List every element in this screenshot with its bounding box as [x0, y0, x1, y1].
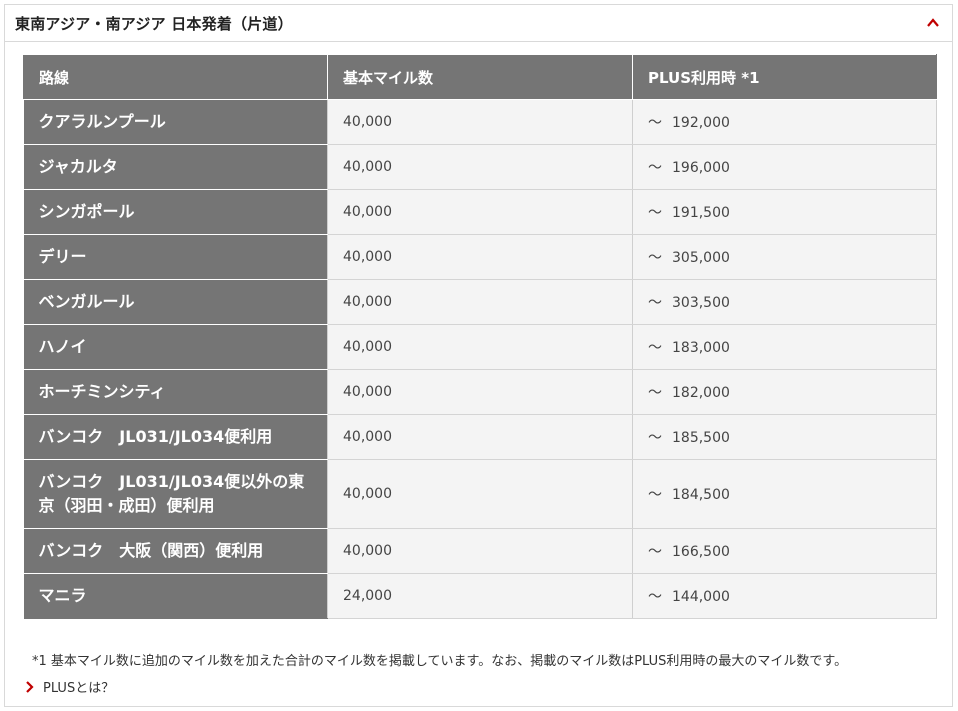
plus-miles-cell: ～ 144,000	[632, 573, 937, 619]
plus-miles-cell: ～ 166,500	[632, 528, 937, 574]
mileage-table: 路線 基本マイル数 PLUS利用時 *1 クアラルンプール 40,000 ～ 19…	[23, 54, 937, 619]
table-row: ジャカルタ 40,000 ～ 196,000	[23, 144, 937, 190]
plus-miles-cell: ～ 196,000	[632, 144, 937, 190]
plus-miles-value: 192,000	[672, 115, 730, 131]
mileage-table-wrapper: 路線 基本マイル数 PLUS利用時 *1 クアラルンプール 40,000 ～ 19…	[23, 54, 937, 619]
plus-miles-cell: ～ 305,000	[632, 234, 937, 280]
tilde-mark: ～	[648, 340, 662, 356]
tilde-mark: ～	[648, 295, 662, 311]
table-row: ホーチミンシティ 40,000 ～ 182,000	[23, 369, 937, 415]
plus-miles-value: 191,500	[672, 205, 730, 221]
tilde-mark: ～	[648, 544, 662, 560]
base-miles-cell: 40,000	[327, 234, 633, 280]
plus-miles-value: 166,500	[672, 544, 730, 560]
route-cell: デリー	[23, 234, 328, 280]
base-miles-cell: 40,000	[327, 459, 633, 529]
plus-miles-cell: ～ 183,000	[632, 324, 937, 370]
table-row: ベンガルール 40,000 ～ 303,500	[23, 279, 937, 325]
base-miles-cell: 40,000	[327, 324, 633, 370]
plus-miles-value: 303,500	[672, 295, 730, 311]
table-row: バンコク JL031/JL034便利用 40,000 ～ 185,500	[23, 414, 937, 460]
header-route: 路線	[23, 54, 328, 100]
tilde-mark: ～	[648, 160, 662, 176]
tilde-mark: ～	[648, 487, 662, 503]
plus-miles-value: 183,000	[672, 340, 730, 356]
base-miles-cell: 40,000	[327, 369, 633, 415]
tilde-mark: ～	[648, 250, 662, 266]
plus-miles-value: 144,000	[672, 589, 730, 605]
table-row: デリー 40,000 ～ 305,000	[23, 234, 937, 280]
tilde-mark: ～	[648, 589, 662, 605]
chevron-up-icon[interactable]	[926, 16, 940, 30]
base-miles-cell: 40,000	[327, 414, 633, 460]
plus-miles-value: 185,500	[672, 430, 730, 446]
plus-miles-cell: ～ 192,000	[632, 99, 937, 145]
plus-miles-cell: ～ 184,500	[632, 459, 937, 529]
header-base-miles: 基本マイル数	[327, 54, 633, 100]
route-cell: ホーチミンシティ	[23, 369, 328, 415]
route-cell: バンコク 大阪（関西）便利用	[23, 528, 328, 574]
base-miles-cell: 40,000	[327, 144, 633, 190]
route-cell: ジャカルタ	[23, 144, 328, 190]
route-cell: マニラ	[23, 573, 328, 619]
header-plus-miles: PLUS利用時 *1	[632, 54, 937, 100]
table-row: バンコク JL031/JL034便以外の東京（羽田・成田）便利用 40,000 …	[23, 459, 937, 529]
table-row: ハノイ 40,000 ～ 183,000	[23, 324, 937, 370]
tilde-mark: ～	[648, 430, 662, 446]
plus-info-link-label: PLUSとは？	[43, 681, 115, 696]
tilde-mark: ～	[648, 205, 662, 221]
accordion-header[interactable]: 東南アジア・南アジア 日本発着（片道）	[5, 5, 952, 42]
chevron-right-icon	[26, 680, 34, 693]
plus-miles-value: 196,000	[672, 160, 730, 176]
route-cell: シンガポール	[23, 189, 328, 235]
plus-miles-cell: ～ 182,000	[632, 369, 937, 415]
plus-miles-value: 184,500	[672, 487, 730, 503]
plus-miles-value: 182,000	[672, 385, 730, 401]
route-cell: バンコク JL031/JL034便以外の東京（羽田・成田）便利用	[23, 459, 328, 529]
footnote-text: *1 基本マイル数に追加のマイル数を加えた合計のマイル数を掲載しています。なお、…	[32, 654, 848, 669]
route-cell: バンコク JL031/JL034便利用	[23, 414, 328, 460]
base-miles-cell: 40,000	[327, 279, 633, 325]
route-cell: ハノイ	[23, 324, 328, 370]
accordion-panel: 東南アジア・南アジア 日本発着（片道） 路線 基本マイル数 PLUS利用時 *1…	[4, 4, 953, 707]
table-header-row: 路線 基本マイル数 PLUS利用時 *1	[23, 54, 937, 100]
route-cell: ベンガルール	[23, 279, 328, 325]
table-row: バンコク 大阪（関西）便利用 40,000 ～ 166,500	[23, 528, 937, 574]
base-miles-cell: 40,000	[327, 189, 633, 235]
route-cell: クアラルンプール	[23, 99, 328, 145]
base-miles-cell: 40,000	[327, 528, 633, 574]
plus-info-link[interactable]: PLUSとは？	[25, 677, 114, 696]
plus-miles-cell: ～ 191,500	[632, 189, 937, 235]
tilde-mark: ～	[648, 385, 662, 401]
panel-title: 東南アジア・南アジア 日本発着（片道）	[15, 14, 293, 33]
tilde-mark: ～	[648, 115, 662, 131]
table-row: マニラ 24,000 ～ 144,000	[23, 573, 937, 619]
base-miles-cell: 24,000	[327, 573, 633, 619]
plus-miles-cell: ～ 303,500	[632, 279, 937, 325]
plus-miles-value: 305,000	[672, 250, 730, 266]
table-row: クアラルンプール 40,000 ～ 192,000	[23, 99, 937, 145]
plus-miles-cell: ～ 185,500	[632, 414, 937, 460]
base-miles-cell: 40,000	[327, 99, 633, 145]
table-row: シンガポール 40,000 ～ 191,500	[23, 189, 937, 235]
